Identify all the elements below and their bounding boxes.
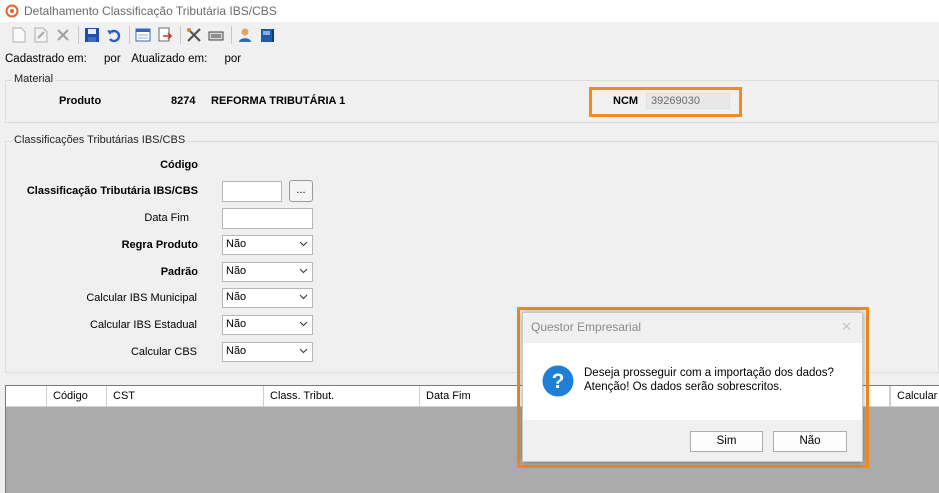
save-icon[interactable] <box>83 26 101 44</box>
cbs-select[interactable]: Não <box>222 342 313 362</box>
toolbar-separator <box>231 26 232 44</box>
grid-col-indicator[interactable] <box>6 386 47 407</box>
classificacoes-legend: Classificações Tributárias IBS/CBS <box>12 134 188 146</box>
dialog-title: Questor Empresarial <box>531 320 642 334</box>
data-fim-label: Data Fim <box>144 212 189 224</box>
chevron-down-icon <box>299 294 308 300</box>
material-group: Material <box>5 73 939 123</box>
padrao-label: Padrão <box>160 266 198 278</box>
produto-label: Produto <box>59 95 102 107</box>
ncm-label: NCM <box>613 95 639 107</box>
ibs-municipal-value: Não <box>226 291 247 303</box>
ibs-municipal-label: Calcular IBS Municipal <box>86 292 197 304</box>
class-tributaria-input[interactable] <box>222 181 282 202</box>
yes-button[interactable]: Sim <box>690 431 763 452</box>
produto-code: 8274 <box>171 95 196 107</box>
padrao-select[interactable]: Não <box>222 262 313 282</box>
cbs-label: Calcular CBS <box>130 346 197 358</box>
close-icon[interactable]: ✕ <box>841 319 852 335</box>
regra-produto-label: Regra Produto <box>121 239 198 251</box>
chevron-down-icon <box>299 268 308 274</box>
grid-col-cst[interactable]: CST <box>107 386 264 407</box>
window-title: Detalhamento Classificação Tributária IB… <box>24 4 277 18</box>
ncm-field[interactable]: 39269030 <box>646 93 730 109</box>
export-icon[interactable] <box>156 26 174 44</box>
grid-col-codigo[interactable]: Código <box>47 386 107 407</box>
keyboard-icon[interactable] <box>207 26 225 44</box>
grid-col-class-tribut[interactable]: Class. Tribut. <box>264 386 420 407</box>
dialog-body: ? Deseja prosseguir com a importação dos… <box>523 343 862 420</box>
toolbar-separator <box>78 26 79 44</box>
dialog-message-line1: Deseja prosseguir com a importação dos d… <box>584 367 834 379</box>
calendar-icon[interactable] <box>134 26 152 44</box>
delete-icon[interactable] <box>54 26 72 44</box>
tools-icon[interactable] <box>185 26 203 44</box>
class-tributaria-lookup-button[interactable]: ... <box>289 180 313 202</box>
new-doc-icon[interactable] <box>10 26 28 44</box>
material-legend: Material <box>12 73 56 85</box>
regra-produto-value: Não <box>226 238 247 250</box>
data-fim-input[interactable] <box>222 208 313 229</box>
codigo-label: Código <box>160 159 198 171</box>
padrao-value: Não <box>226 265 247 277</box>
book-icon[interactable] <box>258 26 276 44</box>
edit-doc-icon[interactable] <box>32 26 50 44</box>
produto-name: REFORMA TRIBUTÁRIA 1 <box>211 95 346 107</box>
title-bar: Detalhamento Classificação Tributária IB… <box>0 0 939 22</box>
user-icon[interactable] <box>236 26 254 44</box>
class-tributaria-label: Classificação Tributária IBS/CBS <box>26 185 198 197</box>
svg-text:?: ? <box>552 370 565 393</box>
dialog-message: Deseja prosseguir com a importação dos d… <box>584 366 834 394</box>
cbs-value: Não <box>226 345 247 357</box>
chevron-down-icon <box>299 321 308 327</box>
regra-produto-select[interactable]: Não <box>222 235 313 255</box>
ibs-estadual-select[interactable]: Não <box>222 315 313 335</box>
created-label: Cadastrado em: <box>5 53 87 65</box>
ibs-estadual-label: Calcular IBS Estadual <box>90 319 197 331</box>
question-icon: ? <box>542 365 574 397</box>
chevron-down-icon <box>299 241 308 247</box>
ibs-municipal-select[interactable]: Não <box>222 288 313 308</box>
chevron-down-icon <box>299 348 308 354</box>
ibs-estadual-value: Não <box>226 318 247 330</box>
toolbar <box>0 23 939 47</box>
toolbar-separator <box>129 26 130 44</box>
grid-col-calcular[interactable]: Calcular I <box>890 386 939 407</box>
undo-icon[interactable] <box>105 26 123 44</box>
toolbar-separator <box>180 26 181 44</box>
confirm-dialog: Questor Empresarial ✕ ? Deseja prossegui… <box>522 312 863 462</box>
no-button[interactable]: Não <box>773 431 847 452</box>
dialog-message-line2: Atenção! Os dados serão sobrescritos. <box>584 381 783 393</box>
updated-label: Atualizado em: <box>131 53 208 65</box>
updated-by-label: por <box>224 53 242 65</box>
audit-info: Cadastrado em: por Atualizado em: por <box>5 53 249 65</box>
created-by-label: por <box>104 53 121 65</box>
app-icon <box>5 4 19 18</box>
